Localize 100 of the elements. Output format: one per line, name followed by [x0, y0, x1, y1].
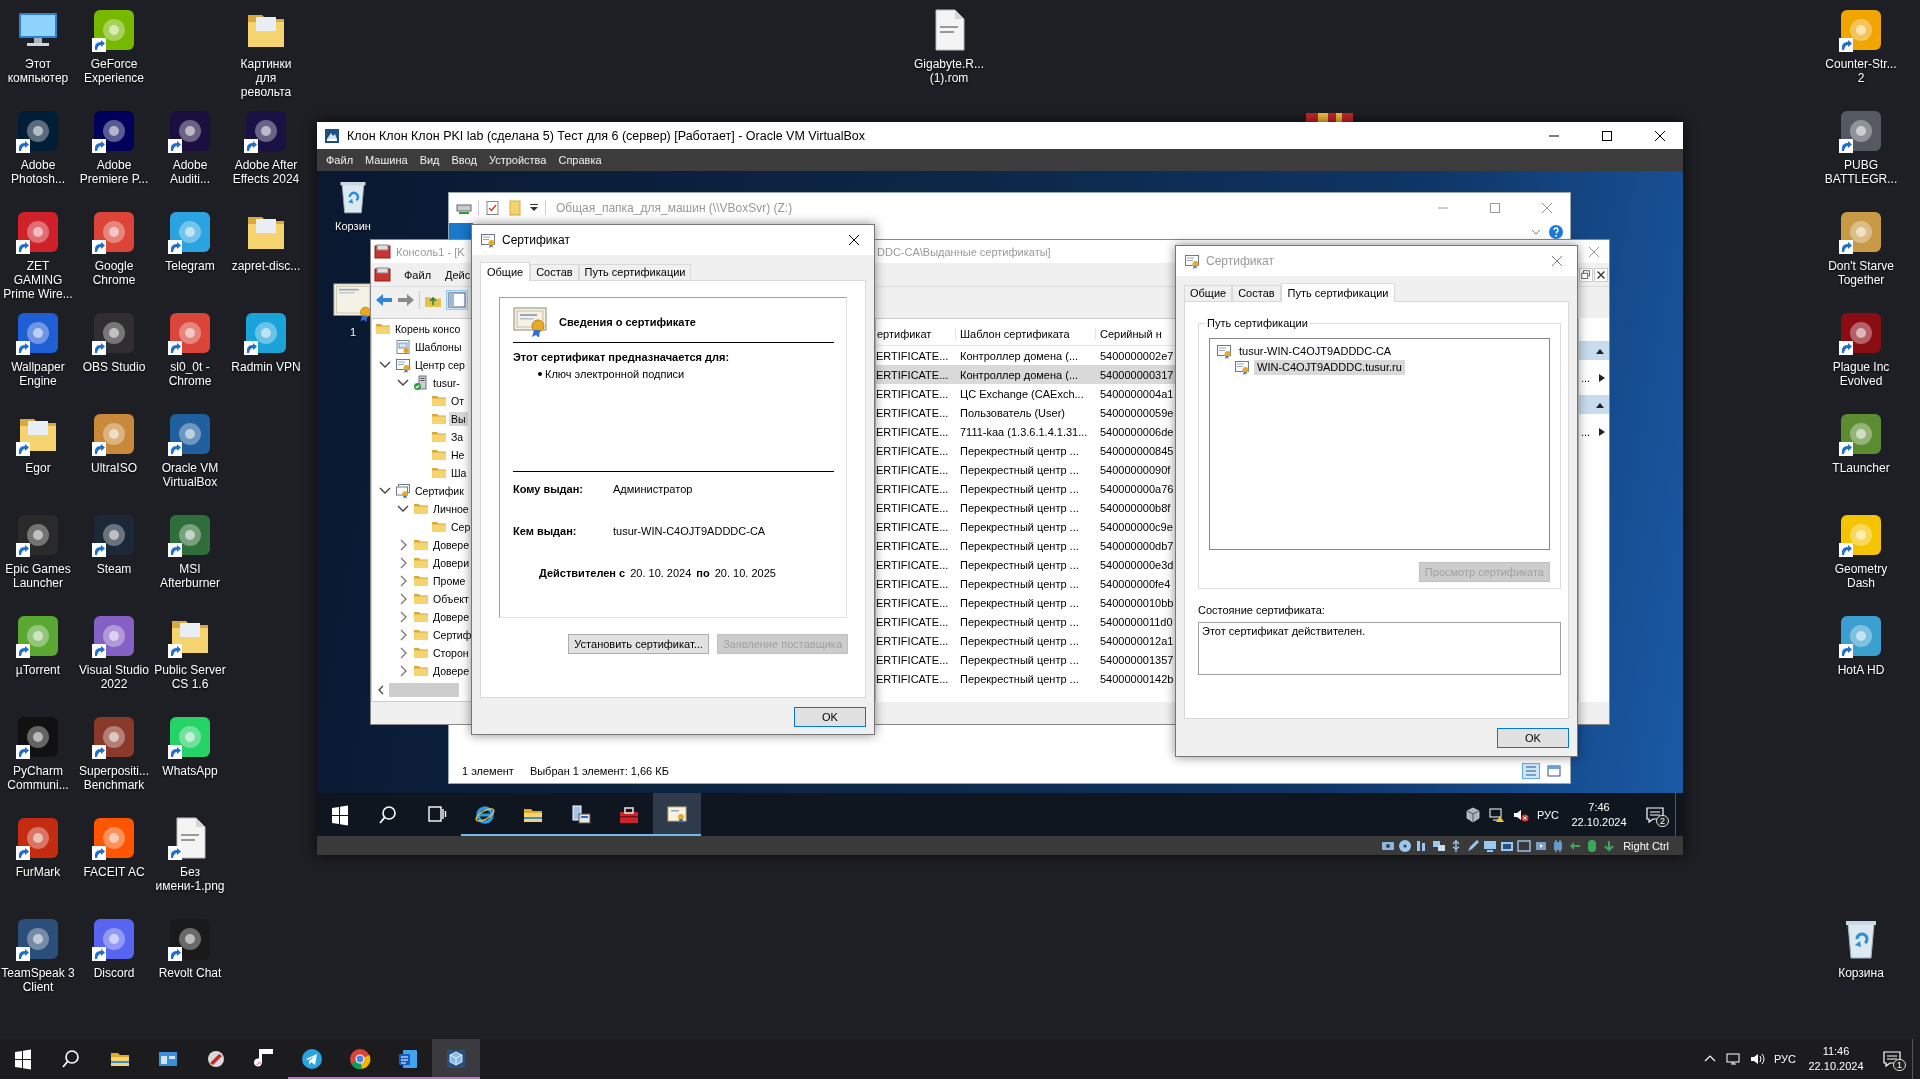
tab[interactable]: Путь сертификации	[578, 264, 692, 280]
desktop-icon-label[interactable]: µTorrent	[1, 663, 75, 677]
back-icon[interactable]	[375, 291, 393, 308]
submenu-arrow-icon[interactable]	[1598, 372, 1606, 383]
desktop-icon-label[interactable]: Adobe Auditi...	[153, 158, 227, 186]
tree-item[interactable]: tusur-	[431, 376, 462, 390]
column-header[interactable]: Шаблон сертификата	[956, 328, 1096, 340]
desktop-icon-label[interactable]: zapret-disc...	[229, 259, 303, 273]
tree-item[interactable]: Сертифик	[413, 484, 466, 498]
desktop-icon-label[interactable]: Steam	[77, 562, 151, 576]
console-icon[interactable]	[374, 266, 392, 283]
desktop-icon-label[interactable]: Корзина	[1824, 966, 1898, 980]
menu-item[interactable]: Справка	[552, 154, 608, 166]
taskbar-button[interactable]	[432, 1039, 480, 1079]
desktop-icon-label[interactable]: Egor	[1, 461, 75, 475]
desktop-icon-label[interactable]: WhatsApp	[153, 764, 227, 778]
table-row[interactable]: ERTIFICATE... Перекрестный центр ... 5400000011d0	[876, 612, 1176, 631]
tree-item[interactable]: Довери	[431, 556, 472, 570]
desktop-icon-label[interactable]: FACEIT AC	[77, 865, 151, 879]
desktop-icon-label[interactable]: Radmin VPN	[229, 360, 303, 374]
desktop-icon-label[interactable]: PUBG BATTLEGR...	[1824, 158, 1898, 186]
menu-item[interactable]: Файл	[320, 154, 360, 166]
desktop-icon-label[interactable]: FurMark	[1, 865, 75, 879]
desktop-icon-label[interactable]: Discord	[77, 966, 151, 980]
desktop-icon-label[interactable]: Plague Inc Evolved	[1824, 360, 1898, 388]
forward-icon[interactable]	[397, 291, 415, 308]
table-row[interactable]: ERTIFICATE... Перекрестный центр ... 5400000010bb	[876, 593, 1176, 612]
desktop-icon-label[interactable]: Telegram	[153, 259, 227, 273]
menu-item[interactable]: Ввод	[445, 154, 483, 166]
desktop-icon-label[interactable]: MSI Afterburner	[153, 562, 227, 590]
desktop-icon-label[interactable]: Counter-Str... 2	[1824, 57, 1898, 85]
menu-item[interactable]: Устройства	[482, 154, 553, 166]
desktop-icon-label[interactable]: ZET GAMING Prime Wire...	[1, 259, 75, 301]
ok-button[interactable]: OK	[1497, 728, 1569, 748]
tree-item[interactable]: За	[449, 430, 466, 444]
desktop-icon-label[interactable]: Корзин	[317, 219, 390, 233]
desktop-icon-label[interactable]: Oracle VM VirtualBox	[153, 461, 227, 489]
table-row[interactable]: ERTIFICATE... Перекрестный центр ... 5400000012a1	[876, 631, 1176, 650]
desktop-icon-label[interactable]: UltraISO	[77, 461, 151, 475]
desktop-icon-label[interactable]: Этот компьютер	[1, 57, 75, 85]
action-pane-header[interactable]	[1579, 341, 1609, 360]
tab[interactable]: Общие	[1184, 285, 1233, 301]
desktop-icon-label[interactable]: Google Chrome	[77, 259, 151, 287]
menu-item[interactable]: Машина	[359, 154, 414, 166]
column-header[interactable]: ертификат	[876, 328, 956, 340]
tree-item[interactable]: Корень консо	[393, 322, 463, 336]
desktop-icon-label[interactable]: Visual Studio 2022	[77, 663, 151, 691]
network-warning-icon[interactable]	[1489, 806, 1505, 823]
tree-item[interactable]: Довере	[431, 610, 472, 624]
table-row[interactable]: ERTIFICATE... Перекрестный центр ... 54000000090f	[876, 460, 1176, 479]
table-row[interactable]: ERTIFICATE... Контроллер домена (... 540000000317	[876, 365, 1176, 384]
tree-item[interactable]: Не	[449, 448, 467, 462]
tree-item[interactable]: Сторон	[431, 646, 471, 660]
dialog-button[interactable]: Установить сертификат...	[568, 634, 709, 654]
tree-item[interactable]: Вы	[449, 412, 468, 426]
tab[interactable]: Состав	[530, 264, 579, 280]
desktop-icon-label[interactable]: Adobe Photosh...	[1, 158, 75, 186]
table-row[interactable]: ERTIFICATE... Перекрестный центр ... 540000000e3d	[876, 555, 1176, 574]
tree-item[interactable]: Объект	[431, 592, 471, 606]
action-item[interactable]: ...	[1581, 425, 1591, 438]
desktop-icon-label[interactable]: Geometry Dash	[1824, 562, 1898, 590]
desktop-icon-label[interactable]: Revolt Chat	[153, 966, 227, 980]
properties-icon[interactable]	[485, 200, 501, 216]
tree-item[interactable]: Проме	[431, 574, 468, 588]
desktop-icon-label[interactable]: OBS Studio	[77, 360, 151, 374]
desktop-icon-label[interactable]: TeamSpeak 3 Client	[1, 966, 75, 994]
table-row[interactable]: ERTIFICATE... Перекрестный центр ... 540000000c9e	[876, 517, 1176, 536]
table-row[interactable]: ERTIFICATE... Перекрестный центр ... 540000000fe4	[876, 574, 1176, 593]
menu-item[interactable]: Вид	[413, 154, 446, 166]
close-button[interactable]	[1594, 267, 1608, 282]
tab[interactable]: Путь сертификации	[1280, 283, 1396, 302]
tree-item[interactable]: tusur-WIN-C4OJT9ADDDC-CA	[1236, 343, 1395, 359]
tiles-view-icon[interactable]	[1546, 763, 1562, 779]
notification-icon[interactable]	[1645, 804, 1665, 825]
table-row[interactable]: ERTIFICATE... Контроллер домена (... 5400000002e7	[876, 346, 1176, 365]
desktop-icon-label[interactable]: Public Server CS 1.6	[153, 663, 227, 691]
tree-item[interactable]: Ша	[449, 466, 469, 480]
menu-item[interactable]: Дейс	[443, 268, 473, 281]
menu-item[interactable]: Файл	[402, 268, 434, 281]
tree-item[interactable]: Центр сер	[413, 358, 467, 372]
tree-item[interactable]: Сер	[449, 520, 473, 534]
help-icon[interactable]	[1548, 224, 1564, 240]
language-indicator[interactable]: РУС	[1770, 1053, 1800, 1065]
desktop-icon-label[interactable]: Gigabyte.R... (1).rom	[912, 57, 986, 85]
desktop-icon-label[interactable]: Wallpaper Engine	[1, 360, 75, 388]
certificate-icon[interactable]	[333, 283, 373, 323]
language-indicator[interactable]: РУС	[1533, 808, 1563, 821]
scrollbar-thumb[interactable]	[389, 683, 459, 697]
device-icon[interactable]	[1465, 806, 1481, 823]
dropdown-icon[interactable]	[529, 203, 539, 213]
table-row[interactable]: ERTIFICATE... Перекрестный центр ... 540000000845	[876, 441, 1176, 460]
tree-item[interactable]: Личное	[431, 502, 471, 516]
taskbar-button[interactable]	[653, 793, 701, 836]
table-row[interactable]: ERTIFICATE... Перекрестный центр ... 540000001357	[876, 650, 1176, 669]
network-icon[interactable]	[1726, 1051, 1742, 1067]
desktop-icon-label[interactable]: Без имени-1.png	[153, 865, 227, 893]
desktop-icon-label[interactable]: sl0_0t - Chrome	[153, 360, 227, 388]
table-row[interactable]: ERTIFICATE... Перекрестный центр ... 540000000db7	[876, 536, 1176, 555]
desktop-icon-label[interactable]: Adobe After Effects 2024	[229, 158, 303, 186]
tree-item[interactable]: Довере	[431, 664, 472, 678]
